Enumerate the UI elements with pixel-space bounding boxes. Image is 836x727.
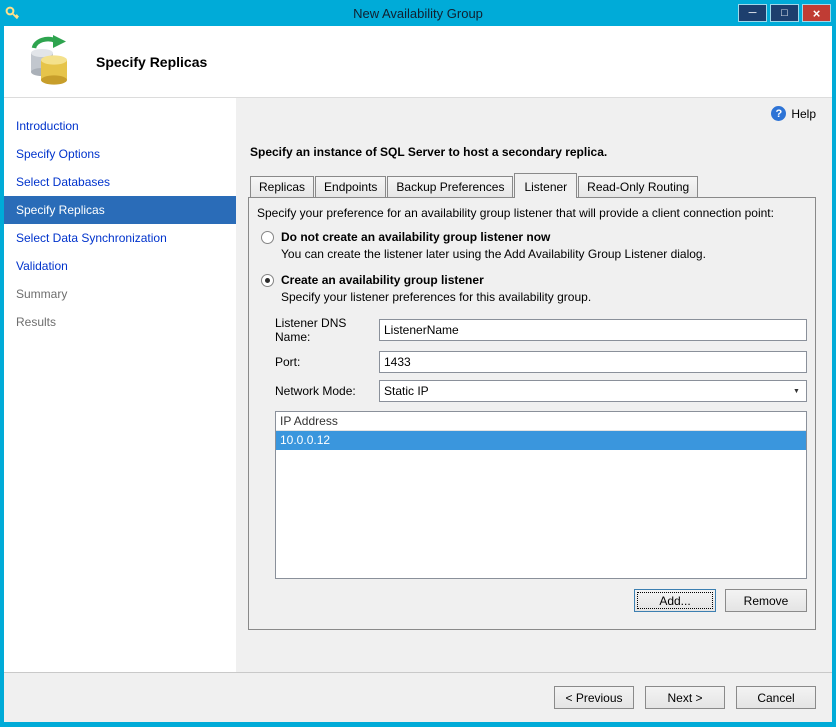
ip-address-column-header: IP Address — [276, 412, 806, 431]
listener-tab-panel: Specify your preference for an availabil… — [248, 197, 816, 630]
close-button[interactable]: × — [802, 4, 831, 22]
sidebar-item-results: Results — [16, 315, 57, 329]
wizard-footer: < Previous Next > Cancel — [4, 672, 832, 722]
port-label: Port: — [275, 355, 301, 369]
radio-no-listener-circle[interactable] — [261, 230, 274, 244]
network-mode-dropdown[interactable]: Static IP ▼ — [379, 380, 807, 402]
availability-group-wizard-icon — [24, 34, 74, 89]
page-title: Specify Replicas — [96, 53, 208, 70]
port-input[interactable] — [379, 351, 807, 373]
radio-no-listener-description: You can create the listener later using … — [281, 247, 706, 261]
next-button[interactable]: Next > — [645, 686, 725, 709]
tab-strip: Replicas Endpoints Backup Preferences Li… — [248, 173, 816, 198]
sidebar-item-summary: Summary — [16, 287, 68, 301]
network-mode-label: Network Mode: — [275, 384, 356, 398]
chevron-down-icon: ▼ — [793, 387, 800, 395]
dialog-frame: Specify Replicas Introduction Specify Op… — [4, 26, 832, 722]
tab-replicas[interactable]: Replicas — [250, 176, 315, 197]
radio-create-listener-circle[interactable] — [261, 273, 274, 287]
wizard-header: Specify Replicas — [4, 26, 832, 98]
maximize-button[interactable]: □ — [770, 4, 799, 22]
radio-no-listener-label[interactable]: Do not create an availability group list… — [281, 230, 550, 244]
titlebar[interactable]: New Availability Group ─ □ × — [0, 0, 836, 26]
radio-create-listener-description: Specify your listener preferences for th… — [281, 290, 592, 304]
tab-backup-preferences[interactable]: Backup Preferences — [387, 176, 514, 197]
tab-endpoints[interactable]: Endpoints — [315, 176, 387, 197]
ip-address-list[interactable]: IP Address 10.0.0.12 — [275, 411, 807, 579]
window-title: New Availability Group — [353, 5, 483, 21]
sidebar-item-specify-replicas[interactable]: Specify Replicas — [4, 196, 236, 224]
radio-create-listener-label[interactable]: Create an availability group listener — [281, 273, 484, 287]
network-mode-selected-value: Static IP — [384, 384, 429, 398]
radio-create-listener[interactable]: Create an availability group listener — [261, 273, 807, 287]
minimize-button[interactable]: ─ — [738, 4, 767, 22]
sidebar-item-select-data-synchronization[interactable]: Select Data Synchronization — [4, 224, 236, 252]
remove-button[interactable]: Remove — [725, 589, 807, 612]
help-link[interactable]: ? Help — [771, 106, 816, 121]
tab-listener[interactable]: Listener — [514, 173, 578, 198]
sidebar-item-validation[interactable]: Validation — [4, 252, 236, 280]
new-availability-group-window: New Availability Group ─ □ × Specify Rep… — [0, 0, 836, 727]
main-content: ? Help Specify an instance of SQL Server… — [236, 98, 832, 672]
app-key-icon — [5, 5, 23, 21]
help-icon: ? — [771, 106, 787, 121]
ip-address-row[interactable]: 10.0.0.12 — [276, 431, 806, 450]
cancel-button[interactable]: Cancel — [736, 686, 816, 709]
tab-read-only-routing[interactable]: Read-Only Routing — [578, 176, 699, 197]
help-label: Help — [791, 106, 816, 121]
listener-dns-name-input[interactable] — [379, 319, 807, 341]
sidebar-item-introduction[interactable]: Introduction — [4, 112, 236, 140]
instruction-text: Specify an instance of SQL Server to hos… — [250, 145, 608, 159]
previous-button[interactable]: < Previous — [554, 686, 634, 709]
wizard-steps-sidebar: Introduction Specify Options Select Data… — [4, 98, 236, 672]
sidebar-item-specify-options[interactable]: Specify Options — [4, 140, 236, 168]
radio-no-listener[interactable]: Do not create an availability group list… — [261, 230, 807, 244]
listener-intro-text: Specify your preference for an availabil… — [257, 206, 774, 220]
sidebar-item-select-databases[interactable]: Select Databases — [4, 168, 236, 196]
add-button[interactable]: Add... — [634, 589, 716, 612]
listener-dns-name-label: Listener DNS Name: — [275, 316, 347, 344]
